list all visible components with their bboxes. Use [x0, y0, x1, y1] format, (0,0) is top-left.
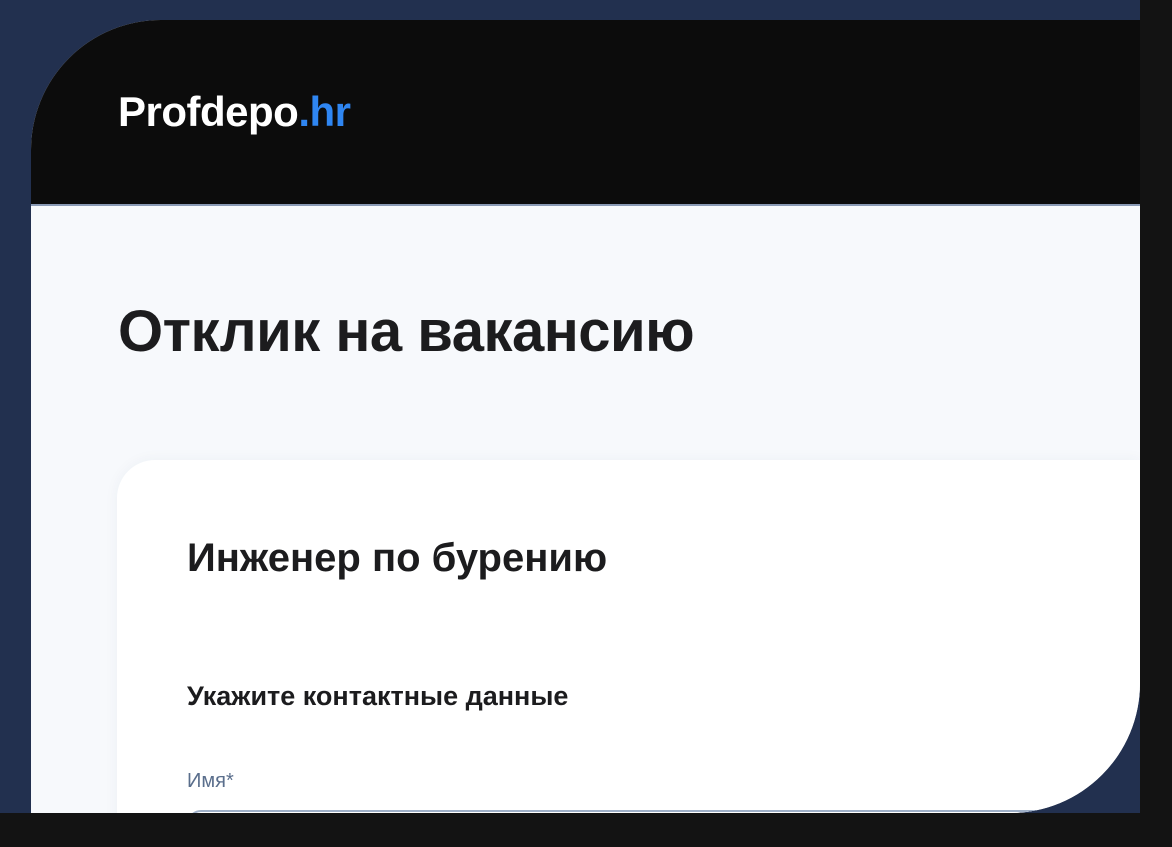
logo-text: Profdepo: [118, 88, 299, 135]
app-header: Profdepo.hr: [31, 20, 1140, 206]
app-window: Profdepo.hr Отклик на вакансию Инженер п…: [31, 20, 1140, 813]
vacancy-title: Инженер по бурению: [187, 536, 608, 580]
contact-section-heading: Укажите контактные данные: [187, 681, 569, 711]
name-field-label: Имя*: [187, 770, 234, 792]
name-input[interactable]: [187, 810, 1067, 813]
application-form-card: Инженер по бурению Укажите контактные да…: [117, 460, 1140, 813]
site-logo[interactable]: Profdepo.hr: [118, 88, 351, 136]
page-title: Отклик на вакансию: [118, 299, 695, 364]
bottom-frame: [0, 813, 1172, 847]
right-frame: [1140, 0, 1172, 813]
logo-accent-text: .hr: [298, 88, 351, 135]
